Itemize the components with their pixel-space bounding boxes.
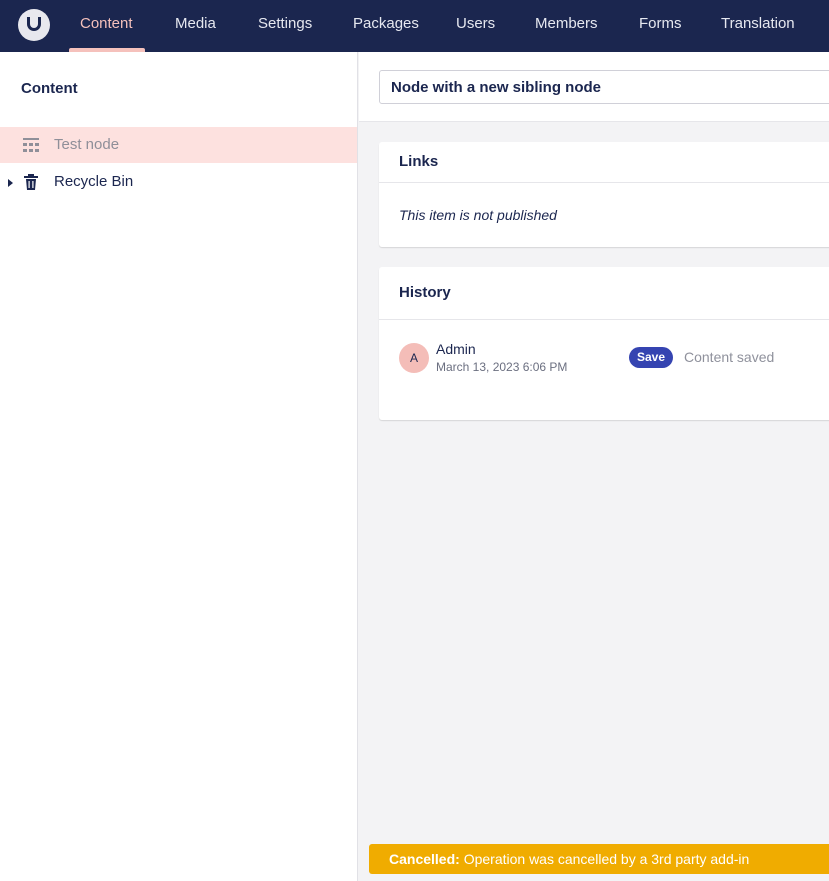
trash-icon [24,174,38,190]
nav-item-media[interactable]: Media [175,0,216,52]
tree-item-label: Recycle Bin [54,173,134,190]
avatar: A [399,343,429,373]
history-timestamp: March 13, 2023 6:06 PM [436,360,568,374]
links-title: Links [399,153,439,170]
sidebar-title[interactable]: Content [21,80,78,97]
node-name-input[interactable] [379,70,829,104]
umbraco-logo-icon[interactable] [18,9,50,41]
save-badge: Save [629,347,674,368]
nav-item-content[interactable]: Content [80,0,133,52]
content-tree-sidebar: Content Test node Recycle Bin [0,52,358,881]
notification-label: Cancelled: [389,851,460,867]
publish-status-text: This item is not published [399,207,557,223]
warning-notification[interactable]: Cancelled: Operation was cancelled by a … [369,844,829,874]
tree-item-label: Test node [54,136,120,153]
tree-item-recycle-bin[interactable]: Recycle Bin [0,164,357,200]
expand-caret-icon[interactable] [8,179,13,187]
top-header: Content Media Settings Packages Users Me… [0,0,829,52]
history-title: History [399,284,451,301]
history-user-name: Admin [436,341,476,357]
editor-header [359,52,829,122]
nav-item-forms[interactable]: Forms [639,0,682,52]
notification-message: Operation was cancelled by a 3rd party a… [459,851,750,867]
nav-item-settings[interactable]: Settings [258,0,312,52]
divider [379,182,829,183]
content-editor: Links This item is not published History… [359,52,829,881]
links-panel: Links This item is not published [379,142,829,247]
nav-item-translation[interactable]: Translation [721,0,795,52]
nav-item-users[interactable]: Users [456,0,495,52]
history-message: Content saved [684,349,775,365]
nav-item-members[interactable]: Members [535,0,598,52]
grid-icon [23,138,39,152]
divider [379,319,829,320]
nav-item-packages[interactable]: Packages [353,0,419,52]
history-panel: History A Admin March 13, 2023 6:06 PM S… [379,267,829,420]
tree-item-test-node[interactable]: Test node [0,127,357,163]
